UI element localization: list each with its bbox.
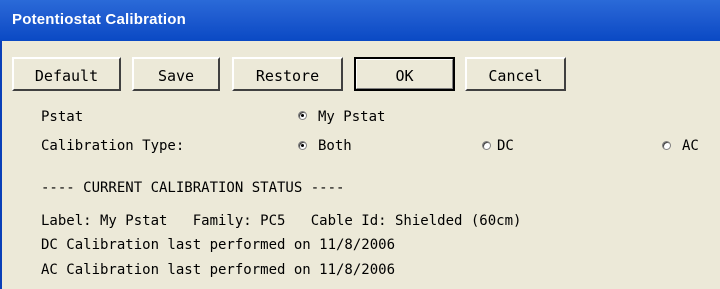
dc-radio-label[interactable]: DC [497,138,514,154]
window-title: Potentiostat Calibration [12,11,186,28]
ac-radio[interactable] [662,141,671,150]
calibration-type-label: Calibration Type: [41,138,185,154]
title-bar[interactable]: Potentiostat Calibration [0,0,720,41]
my-pstat-radio[interactable] [298,111,307,120]
window-left-border [0,41,2,289]
status-label-line: Label: My Pstat Family: PC5 Cable Id: Sh… [41,213,522,229]
my-pstat-radio-label[interactable]: My Pstat [318,109,385,125]
cancel-button[interactable]: Cancel [465,57,566,91]
ok-button[interactable]: OK [354,57,455,91]
ac-calibration-date: AC Calibration last performed on 11/8/20… [41,262,396,278]
ok-button-label: OK [395,67,414,85]
ac-radio-label[interactable]: AC [682,138,699,154]
status-header: ---- CURRENT CALIBRATION STATUS ---- [41,180,345,196]
pstat-label: Pstat [41,109,84,125]
default-button[interactable]: Default [12,57,121,91]
both-radio[interactable] [298,141,307,150]
dc-calibration-date: DC Calibration last performed on 11/8/20… [41,237,396,253]
calibration-window: Potentiostat Calibration Default Save Re… [0,0,720,289]
both-radio-label[interactable]: Both [318,138,352,154]
save-button[interactable]: Save [132,57,220,91]
restore-button[interactable]: Restore [232,57,343,91]
dc-radio[interactable] [482,141,491,150]
